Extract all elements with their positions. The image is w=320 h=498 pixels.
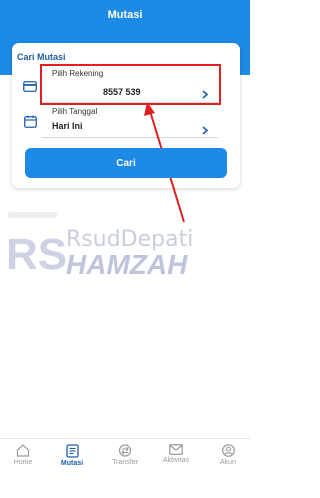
search-button[interactable]: Cari: [25, 148, 227, 178]
nav-aktivitas[interactable]: Aktivitas: [156, 440, 196, 464]
nav-transfer[interactable]: Transfer: [105, 440, 145, 466]
watermark-logo-text: RS: [6, 230, 67, 277]
watermark-logo: RS RsudDepati HAMZAH: [4, 221, 246, 280]
nav-akun[interactable]: Akun: [208, 440, 248, 466]
nav-aktivitas-label: Aktivitas: [162, 457, 190, 464]
nav-home-label: Home: [13, 459, 33, 466]
nav-home[interactable]: Home: [3, 440, 43, 466]
mail-icon: [169, 444, 183, 455]
nav-transfer-label: Transfer: [112, 459, 138, 466]
nav-akun-label: Akun: [220, 459, 236, 466]
transfer-icon: [118, 444, 132, 457]
nav-mutasi[interactable]: Mutasi: [52, 440, 92, 467]
watermark-line2: HAMZAH: [66, 249, 188, 277]
user-icon: [221, 444, 235, 457]
nav-mutasi-label: Mutasi: [60, 460, 84, 467]
loading-placeholder: [8, 212, 57, 218]
mutasi-icon: [65, 444, 79, 458]
home-icon: [16, 444, 30, 457]
